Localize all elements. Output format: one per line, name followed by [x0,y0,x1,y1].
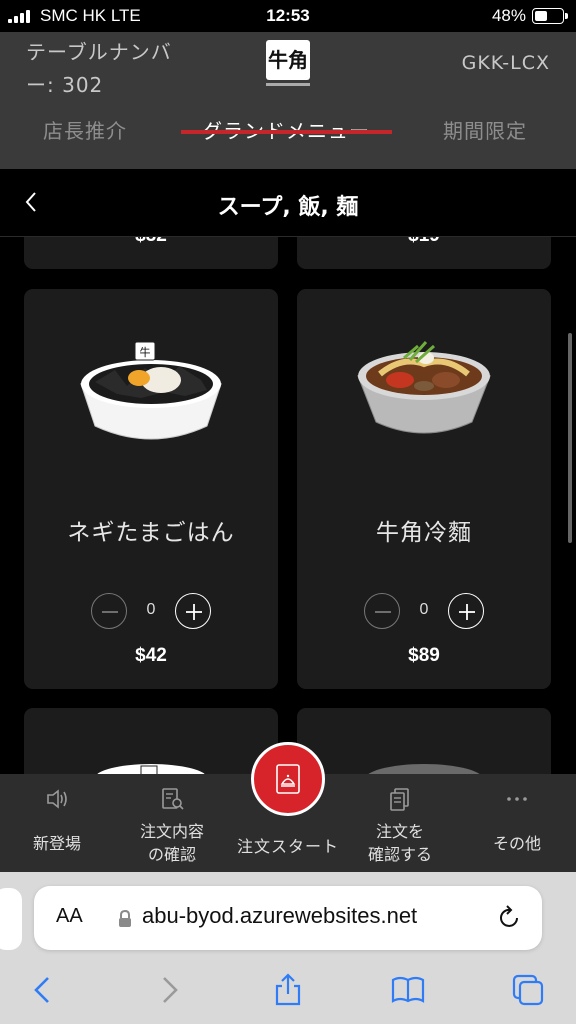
tab-limited-time[interactable]: 期間限定 [420,116,550,169]
address-bar[interactable]: AA abu-byod.azurewebsites.net [34,886,542,950]
new-items-label: 新登場 [32,834,81,853]
clock: 12:53 [266,6,310,25]
order-details-label-2: の確認 [147,845,196,864]
brand-logo: 牛角 [266,40,310,92]
menu-card[interactable]: 牛 ネギたまごはん 0 $42 [24,289,278,689]
menu-card[interactable]: $32 [24,237,278,269]
battery-icon [532,8,568,24]
order-details-label-1: 注文内容 [139,822,204,841]
session-code: GKK-LCX [461,52,550,74]
item-price: $89 [408,645,440,666]
confirm-order-button[interactable]: 注文を 確認する [345,774,455,872]
bowl-image [368,764,480,774]
menu-card[interactable]: $19 [297,237,551,269]
item-name: ネギたまごはん [67,520,235,546]
browser-url-area: AA abu-byod.azurewebsites.net [0,872,576,958]
bowl-image [97,764,205,774]
status-bar: SMC HK LTE 12:53 48% [0,0,576,32]
reader-aa-button[interactable]: AA [56,905,83,928]
menu-grid: $32 $19 牛 ネギたまごはん 0 $42 [0,237,576,774]
plus-icon [186,604,202,620]
url-text: abu-byod.azurewebsites.net [142,903,418,928]
item-price: $32 [24,237,278,247]
menu-card[interactable] [24,708,278,774]
others-button[interactable]: その他 [462,774,572,872]
plus-icon [459,604,475,620]
browser-toolbar [0,958,576,1024]
quantity-stepper: 0 [297,593,551,629]
order-start-label: 注文スタート [236,837,339,856]
quantity-value: 0 [146,601,156,618]
table-number: テーブルナンバー: 302 [26,40,172,97]
menu-card[interactable] [297,708,551,774]
order-bell-icon [276,764,300,794]
previous-tab-preview[interactable] [0,888,22,950]
documents-icon [390,788,409,811]
share-icon[interactable] [270,972,306,1008]
order-details-button[interactable]: 注文内容 の確認 [117,774,227,872]
increase-button[interactable] [175,593,211,629]
cold-noodle-bowl-image [357,341,491,434]
back-arrow-icon[interactable] [26,972,62,1008]
tab-grand-menu[interactable]: グランドメニュー [176,116,396,169]
quantity-value: 0 [419,601,429,618]
forward-arrow-icon[interactable] [150,972,186,1008]
svg-text:牛: 牛 [140,345,151,359]
increase-button[interactable] [448,593,484,629]
battery-percent: 48% [491,6,526,25]
reload-icon[interactable] [498,905,522,931]
tab-manager-recommend[interactable]: 店長推介 [20,116,150,169]
menu-tabs: 店長推介 グランドメニュー 期間限定 [0,116,576,169]
speaker-icon [47,789,67,809]
tabs-icon[interactable] [510,972,546,1008]
scrollbar[interactable] [568,333,572,543]
category-bar: スープ, 飯, 麺 [0,169,576,237]
item-name: 牛角冷麵 [376,520,472,546]
others-label: その他 [492,834,541,853]
order-start-button[interactable] [251,742,325,816]
logo-mark: 牛角 [266,40,310,80]
menu-card[interactable]: 牛角冷麵 0 $89 [297,289,551,689]
confirm-order-label-1: 注文を [375,822,424,841]
bookmarks-icon[interactable] [390,972,426,1008]
category-title: スープ, 飯, 麺 [217,195,359,220]
app-header: テーブルナンバー: 302 牛角 GKK-LCX 店長推介 グランドメニュー 期… [0,32,576,169]
document-search-icon [162,788,184,810]
negi-egg-rice-bowl-image: 牛 [80,341,222,440]
new-items-button[interactable]: 新登場 [2,774,112,872]
item-price: $19 [297,237,551,247]
lock-icon [119,910,131,927]
more-dots-icon [507,797,527,801]
item-price: $42 [135,645,167,666]
active-tab-indicator [181,130,392,134]
quantity-stepper: 0 [24,593,278,629]
confirm-order-label-2: 確認する [367,845,432,864]
